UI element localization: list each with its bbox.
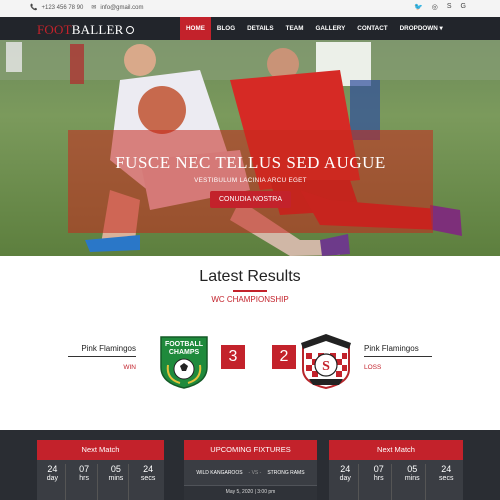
away-team-crest: S <box>301 334 351 389</box>
countdown: 24 day 07 hrs 05 mins 24 secs <box>329 460 463 500</box>
home-team-divider <box>68 356 136 357</box>
countdown-unit: mins <box>108 475 124 482</box>
countdown-unit: mins <box>404 475 420 482</box>
countdown-hours: 07 hrs <box>366 464 393 500</box>
countdown-value: 05 <box>110 464 121 474</box>
logo-text-baller: BALLER <box>71 22 124 37</box>
svg-text:CHAMPS: CHAMPS <box>169 349 200 356</box>
countdown-value: 07 <box>373 464 384 474</box>
countdown-unit: secs <box>140 475 156 482</box>
next-match-panel-left: Next Match 24 day 07 hrs 05 mins 24 secs <box>37 440 164 500</box>
countdown-seconds: 24 secs <box>135 464 161 500</box>
countdown-value: 24 <box>143 464 154 474</box>
countdown-minutes: 05 mins <box>400 464 426 500</box>
heading-divider <box>233 290 267 292</box>
skype-icon[interactable]: S <box>447 3 452 11</box>
phone-number: +123 456 78 90 <box>41 4 84 11</box>
countdown-value: 05 <box>407 464 418 474</box>
next-match-title: Next Match <box>329 440 463 460</box>
countdown-value: 24 <box>47 464 58 474</box>
fixture-vs: - VS - <box>248 470 262 476</box>
home-score: 3 <box>221 345 245 369</box>
football-champs-crest: FOOTBALL CHAMPS <box>160 336 208 389</box>
away-team-divider <box>364 356 432 357</box>
countdown-seconds: 24 secs <box>433 464 459 500</box>
fixtures-title: UPCOMING FIXTURES <box>184 440 317 460</box>
social-links: 🐦 ◎ S G <box>414 3 466 11</box>
fixture-row[interactable]: WILD KANGAROOS - VS - STRONG RAMS <box>184 460 317 486</box>
hero-subtitle: VESTIBULUM LACINIA ARCU EGET <box>194 177 307 184</box>
countdown-value: 24 <box>340 464 351 474</box>
next-match-panel-right: Next Match 24 day 07 hrs 05 mins 24 secs <box>329 440 463 500</box>
contact-info: 📞 +123 456 78 90 ✉ info@gmail.com <box>30 4 144 12</box>
mail-icon: ✉ <box>91 5 97 11</box>
top-bar: 📞 +123 456 78 90 ✉ info@gmail.com 🐦 ◎ S … <box>0 0 500 17</box>
nav-menu: HOME BLOG DETAILS TEAM GALLERY CONTACT D… <box>180 17 449 40</box>
hero-banner: FUSCE NEC TELLUS SED AUGUE VESTIBULUM LA… <box>0 40 500 256</box>
home-team-name[interactable]: Pink Flamingos <box>68 344 136 353</box>
countdown-days: 24 day <box>333 464 359 500</box>
svg-text:FOOTBALL: FOOTBALL <box>165 341 204 348</box>
competition-name: WC CHAMPIONSHIP <box>211 295 289 304</box>
phone-icon: 📞 <box>30 5 38 11</box>
hero-cta-button[interactable]: CONUDIA NOSTRA <box>209 191 291 208</box>
phone-contact[interactable]: 📞 +123 456 78 90 <box>30 4 84 12</box>
countdown-value: 07 <box>79 464 90 474</box>
logo-text-foot: FOOT <box>37 22 72 37</box>
fixture-away-team: STRONG RAMS <box>267 470 305 476</box>
countdown-unit: secs <box>439 475 454 482</box>
upcoming-fixtures-panel: UPCOMING FIXTURES WILD KANGAROOS - VS - ST… <box>184 440 317 500</box>
svg-text:S: S <box>322 359 330 374</box>
hero-title: FUSCE NEC TELLUS SED AUGUE <box>115 153 386 172</box>
countdown-minutes: 05 mins <box>103 464 130 500</box>
away-team: Pink Flamingos LOSS <box>364 344 432 371</box>
countdown-unit: hrs <box>79 475 89 482</box>
countdown-hours: 07 hrs <box>72 464 98 500</box>
away-team-name[interactable]: Pink Flamingos <box>364 344 432 353</box>
fixtures-body: WILD KANGAROOS - VS - STRONG RAMS May 5, 2… <box>184 460 317 500</box>
nav-item-team[interactable]: TEAM <box>280 17 310 40</box>
away-score: 2 <box>272 345 296 369</box>
google-icon[interactable]: G <box>461 3 466 11</box>
fixture-home-team: WILD KANGAROOS <box>196 470 243 476</box>
twitter-icon[interactable]: 🐦 <box>414 3 423 11</box>
away-team-result: LOSS <box>364 364 382 371</box>
football-icon <box>125 26 134 34</box>
countdown: 24 day 07 hrs 05 mins 24 secs <box>37 460 164 500</box>
nav-item-blog[interactable]: BLOG <box>211 17 241 40</box>
nav-item-home[interactable]: HOME <box>180 17 211 40</box>
countdown-unit: day <box>46 475 59 482</box>
next-match-title: Next Match <box>37 440 164 460</box>
home-team: Pink Flamingos WIN <box>68 344 136 371</box>
site-logo[interactable]: FOOTBALLER <box>37 22 134 38</box>
email-contact[interactable]: ✉ info@gmail.com <box>91 4 144 12</box>
countdown-unit: day <box>339 475 351 482</box>
main-navbar: FOOTBALLER HOME BLOG DETAILS TEAM GALLER… <box>0 17 500 40</box>
countdown-unit: hrs <box>373 475 384 482</box>
instagram-icon[interactable]: ◎ <box>432 3 438 11</box>
hero-overlay: FUSCE NEC TELLUS SED AUGUE VESTIBULUM LA… <box>68 130 433 233</box>
nav-item-details[interactable]: DETAILS <box>241 17 279 40</box>
nav-item-dropdown[interactable]: DROPDOWN ▾ <box>394 17 449 40</box>
nav-item-gallery[interactable]: GALLERY <box>309 17 351 40</box>
home-team-result: WIN <box>123 364 136 371</box>
countdown-value: 24 <box>441 464 452 474</box>
latest-results-heading: Latest Results <box>199 268 301 285</box>
countdown-days: 24 day <box>40 464 66 500</box>
fixture-date: May 5, 2020 | 3:00 pm <box>184 486 317 500</box>
nav-item-contact[interactable]: CONTACT <box>351 17 393 40</box>
email-address: info@gmail.com <box>100 4 144 11</box>
